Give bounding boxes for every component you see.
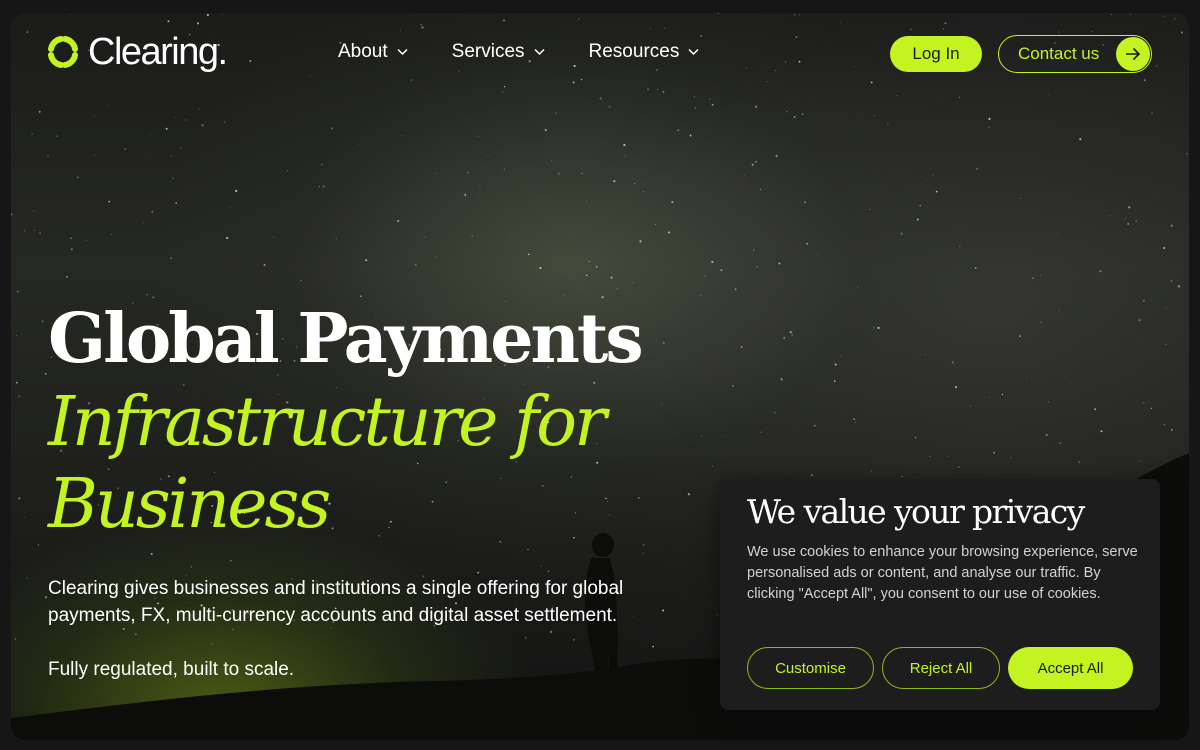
reject-all-button[interactable]: Reject All bbox=[882, 647, 1000, 689]
login-button[interactable]: Log In bbox=[890, 36, 982, 72]
cookie-description: We use cookies to enhance your browsing … bbox=[747, 544, 1138, 602]
nav-item-label: About bbox=[338, 41, 388, 62]
hero-title: Global Payments bbox=[48, 299, 644, 379]
customise-button[interactable]: Customise bbox=[747, 647, 874, 689]
arrow-right-icon bbox=[1116, 37, 1150, 71]
accept-all-button[interactable]: Accept All bbox=[1008, 647, 1133, 689]
nav-item-services[interactable]: Services bbox=[452, 41, 545, 63]
clearing-logo-mark-icon bbox=[48, 36, 78, 68]
contact-button-label: Contact us bbox=[1018, 44, 1100, 63]
brand-name: Clearing. bbox=[88, 31, 228, 73]
nav-item-label: Services bbox=[451, 41, 525, 62]
hero-description: Clearing gives businesses and institutio… bbox=[48, 578, 624, 626]
nav-item-about[interactable]: About bbox=[338, 41, 408, 63]
hero-title-accent: Infrastructure for Business bbox=[48, 383, 607, 544]
chevron-down-icon bbox=[688, 48, 699, 56]
nav-item-label: Resources bbox=[588, 41, 680, 62]
brand-logo[interactable]: Clearing. bbox=[48, 31, 228, 73]
main-nav: About Services Resources bbox=[338, 41, 699, 63]
contact-button[interactable]: Contact us bbox=[998, 35, 1152, 73]
chevron-down-icon bbox=[397, 48, 408, 56]
cookie-title: We value your privacy bbox=[747, 492, 1085, 531]
chevron-down-icon bbox=[533, 48, 545, 56]
nav-item-resources[interactable]: Resources bbox=[589, 41, 700, 63]
hero-tagline: Fully regulated, built to scale. bbox=[48, 659, 295, 680]
cookie-consent-banner: We value your privacy We use cookies to … bbox=[720, 479, 1160, 710]
